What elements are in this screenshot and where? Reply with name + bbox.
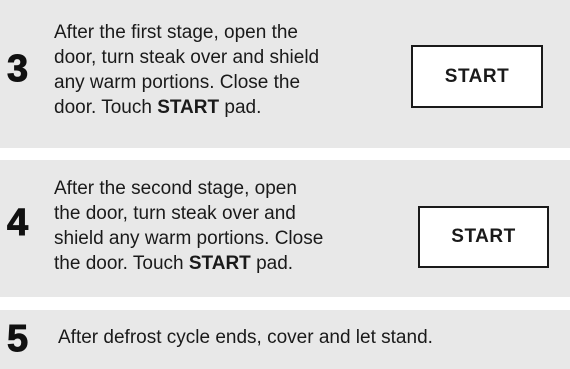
- instruction-text: door. Touch: [54, 97, 158, 118]
- instruction-line: any warm portions. Close the: [54, 72, 301, 93]
- instruction-text: the door. Touch: [54, 253, 189, 274]
- instruction-text: pad.: [219, 97, 262, 118]
- instruction-text: pad.: [250, 253, 294, 274]
- step-instructions: After the second stage, open the door, t…: [54, 176, 323, 276]
- instruction-line: After the first stage, open the: [54, 22, 298, 43]
- instruction-line: After the second stage, open: [54, 178, 297, 199]
- step-instructions: After defrost cycle ends, cover and let …: [58, 327, 433, 348]
- step-number: 5: [6, 318, 29, 360]
- step-5-panel: 5 After defrost cycle ends, cover and le…: [0, 310, 570, 369]
- start-pad-reference: START: [188, 253, 251, 274]
- instruction-line: the door, turn steak over and: [54, 203, 296, 224]
- start-pad-reference: START: [157, 97, 220, 118]
- instruction-line: the door. Touch START pad.: [54, 251, 323, 276]
- step-3-panel: 3 After the first stage, open the door, …: [0, 0, 570, 148]
- start-pad-button[interactable]: START: [418, 206, 549, 268]
- step-number: 4: [6, 202, 29, 244]
- instruction-line: door. Touch START pad.: [54, 95, 319, 120]
- instruction-line: shield any warm portions. Close: [54, 228, 324, 249]
- instruction-line: door, turn steak over and shield: [54, 47, 320, 68]
- start-pad-button[interactable]: START: [411, 45, 543, 108]
- step-number: 3: [6, 48, 29, 90]
- step-instructions: After the first stage, open the door, tu…: [54, 20, 319, 120]
- step-4-panel: 4 After the second stage, open the door,…: [0, 160, 570, 297]
